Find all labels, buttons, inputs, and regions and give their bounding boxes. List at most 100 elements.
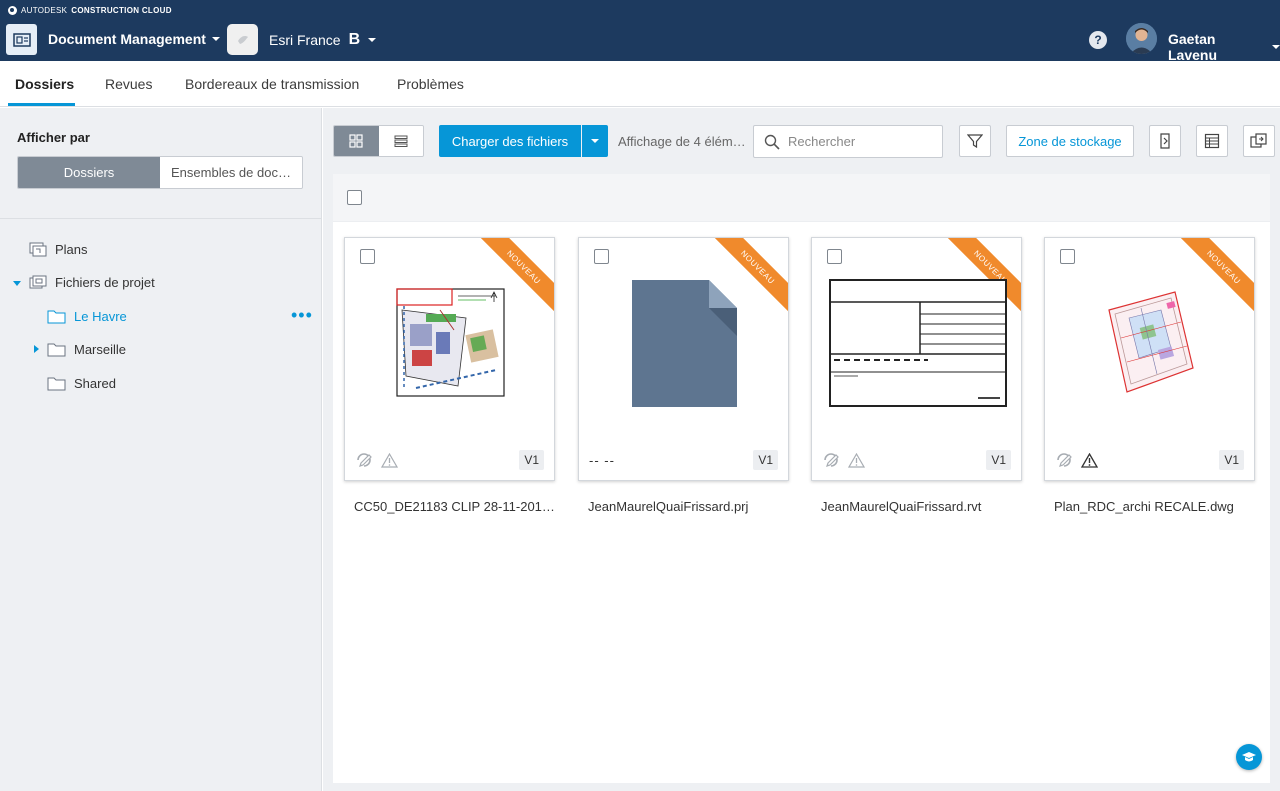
tree-item-label: Fichiers de projet [55,274,155,290]
title-block-thumbnail [828,279,1007,407]
expand-caret-icon[interactable] [13,281,21,286]
expand-caret-icon[interactable] [34,345,39,353]
tree-item-label: Marseille [74,341,127,357]
project-name: Esri France [269,32,341,48]
file-checkbox[interactable] [827,249,842,264]
tree-item-project-files[interactable]: Fichiers de projet [29,271,155,293]
search-input[interactable] [788,134,928,149]
card-status-row [1055,450,1245,470]
sidebar: Afficher par Dossiers Ensembles de doc… [0,108,322,791]
view-by-toggle: Dossiers Ensembles de doc… [17,156,303,189]
project-selector[interactable]: Esri France B [269,31,377,49]
user-menu[interactable]: Gaetan Lavenu [1168,31,1280,63]
site-plan-thumbnail [395,288,505,397]
version-badge[interactable]: V1 [1219,450,1244,470]
generic-file-icon [631,280,737,407]
view-by-folders-button[interactable]: Dossiers [18,157,160,188]
graduation-cap-icon [1242,752,1256,762]
card-status-row: -- -- [589,450,779,470]
file-thumbnail [1045,268,1254,418]
markup-icon[interactable] [1055,451,1073,469]
list-icon [394,135,408,147]
tree-item-shared[interactable]: Shared [47,372,116,394]
tree-item-label: Plans [55,241,88,257]
project-files-folder-icon [29,275,47,288]
chevron-down-icon [1272,45,1280,49]
chevron-down-icon [211,37,220,41]
markup-icon[interactable] [822,451,840,469]
view-by-document-sets-button[interactable]: Ensembles de doc… [160,157,302,188]
upload-files-button[interactable]: Charger des fichiers [439,125,581,157]
status-placeholder: -- -- [589,452,615,468]
tab-bordereaux[interactable]: Bordereaux de transmission [185,76,359,92]
tab-problemes[interactable]: Problèmes [397,76,464,92]
chevron-down-icon [368,38,377,42]
grid-view-button[interactable] [334,126,379,156]
upload-dropdown-button[interactable] [582,125,608,157]
content-header [333,174,1270,222]
file-card[interactable]: NOUVEAU V1 [1044,237,1255,481]
autodesk-logo-icon [8,6,17,15]
export-button[interactable] [1149,125,1181,157]
brand-prefix: AUTODESK [21,6,68,15]
file-checkbox[interactable] [360,249,375,264]
tree-item-label: Le Havre [74,308,127,324]
file-checkbox[interactable] [1060,249,1075,264]
sidebar-divider [0,218,322,219]
file-name[interactable]: JeanMaurelQuaiFrissard.rvt [811,499,1022,514]
project-suffix: B [348,31,361,48]
file-name[interactable]: JeanMaurelQuaiFrissard.prj [578,499,789,514]
warning-icon[interactable] [381,452,398,468]
folder-icon [47,377,66,390]
brand-product: CONSTRUCTION CLOUD [71,6,172,15]
grid-icon [349,134,363,148]
file-checkbox[interactable] [594,249,609,264]
folder-icon [47,310,66,323]
top-header: AUTODESK CONSTRUCTION CLOUD Document Man… [0,0,1280,63]
file-thumbnail [579,268,788,418]
module-icon[interactable] [6,24,37,55]
file-thumbnail [812,268,1021,418]
file-thumbnail [345,268,554,418]
file-card[interactable]: NOUVEAU -- -- V1 [578,237,789,481]
view-by-label: Afficher par [17,130,90,145]
version-badge[interactable]: V1 [519,450,544,470]
module-selector[interactable]: Document Management [48,31,220,47]
compare-icon [1250,133,1267,148]
version-badge[interactable]: V1 [753,450,778,470]
project-avatar[interactable] [227,24,258,55]
list-view-button[interactable] [378,126,423,156]
main-panel: Charger des fichiers Affichage de 4 élém… [323,108,1280,791]
spreadsheet-icon [1204,133,1220,149]
learning-center-button[interactable] [1236,744,1262,770]
search-icon [764,134,780,150]
help-icon[interactable]: ? [1089,31,1107,49]
file-name[interactable]: CC50_DE21183 CLIP 28-11-2017+… [344,499,555,514]
plans-folder-icon [29,242,47,256]
main-tabs: Dossiers Revues Bordereaux de transmissi… [0,61,1280,107]
report-button[interactable] [1196,125,1228,157]
tab-dossiers[interactable]: Dossiers [15,76,74,92]
folder-icon [47,343,66,356]
markup-icon[interactable] [355,451,373,469]
version-badge[interactable]: V1 [986,450,1011,470]
file-name[interactable]: Plan_RDC_archi RECALE.dwg [1044,499,1255,514]
select-all-checkbox[interactable] [347,190,362,205]
compare-button[interactable] [1243,125,1275,157]
active-tab-indicator [8,103,75,106]
warning-icon[interactable] [1081,452,1098,468]
storage-zone-button[interactable]: Zone de stockage [1006,125,1134,157]
warning-icon[interactable] [848,452,865,468]
file-card[interactable]: NOUVEAU V1 [811,237,1022,481]
card-status-row [355,450,545,470]
filter-button[interactable] [959,125,991,157]
file-card[interactable]: NOUVEAU V1 [344,237,555,481]
tree-item-marseille[interactable]: Marseille [47,338,126,360]
brand-line: AUTODESK CONSTRUCTION CLOUD [8,6,172,15]
tab-revues[interactable]: Revues [105,76,152,92]
filter-icon [967,134,983,149]
avatar[interactable] [1126,23,1157,54]
files-content: NOUVEAU V1 CC50_DE21183 CLIP 28-11-2017+… [333,174,1270,783]
tree-item-le-havre[interactable]: Le Havre [47,305,127,327]
tree-item-plans[interactable]: Plans [29,238,88,260]
